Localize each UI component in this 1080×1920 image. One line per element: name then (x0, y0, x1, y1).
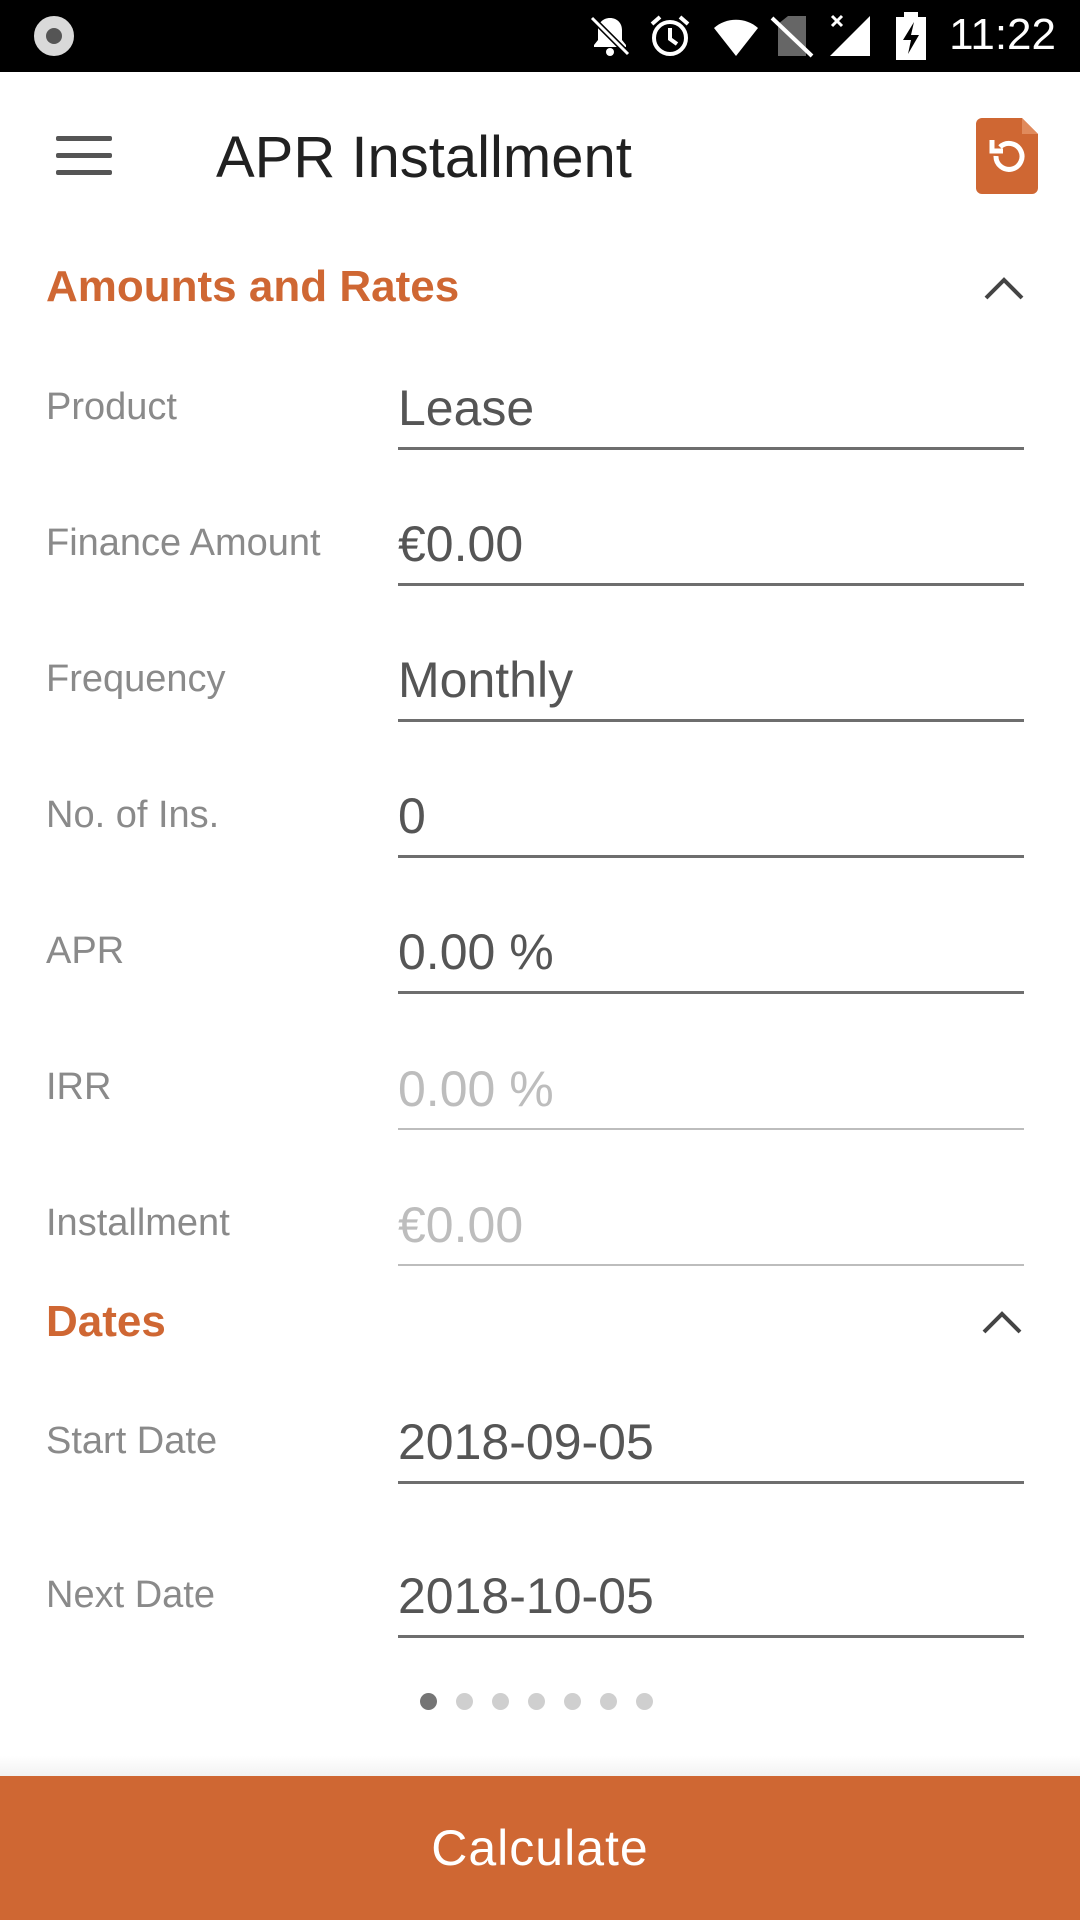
page-dot[interactable] (600, 1693, 617, 1710)
no-of-ins-label: No. of Ins. (46, 794, 220, 836)
notifications-off-icon (589, 15, 631, 57)
battery-charging-icon (896, 12, 926, 60)
finance-amount-value: €0.00 (398, 516, 524, 572)
page-title: APR Installment (216, 125, 632, 190)
collapse-dates-chevron-up-icon[interactable] (980, 1306, 1024, 1336)
section-dates-title[interactable]: Dates (46, 1297, 166, 1347)
page-dot[interactable] (456, 1693, 473, 1710)
next-date-value: 2018-10-05 (398, 1568, 654, 1624)
product-select[interactable]: Lease (398, 380, 1024, 450)
collapse-amounts-chevron-up-icon[interactable] (982, 272, 1026, 302)
app-bar: APR Installment (0, 72, 1080, 240)
start-date-value: 2018-09-05 (398, 1414, 654, 1470)
frequency-label: Frequency (46, 658, 226, 700)
irr-output: 0.00 % (398, 1060, 1024, 1130)
installment-output: €0.00 (398, 1196, 1024, 1266)
divider (0, 1756, 1080, 1776)
calculate-button[interactable]: Calculate (0, 1776, 1080, 1920)
no-of-ins-input[interactable]: 0 (398, 788, 1024, 858)
irr-label: IRR (46, 1066, 112, 1108)
apr-input[interactable]: 0.00 % (398, 924, 1024, 994)
hamburger-menu-icon[interactable] (56, 136, 112, 176)
page-dot[interactable] (420, 1693, 437, 1710)
no-of-ins-value: 0 (398, 788, 426, 844)
frequency-value: Monthly (398, 652, 574, 708)
page-dot[interactable] (564, 1693, 581, 1710)
wifi-icon (714, 19, 758, 56)
irr-value: 0.00 % (398, 1061, 554, 1117)
next-date-picker[interactable]: 2018-10-05 (398, 1568, 1024, 1638)
installment-label: Installment (46, 1202, 230, 1244)
record-icon (34, 16, 74, 56)
frequency-select[interactable]: Monthly (398, 652, 1024, 722)
product-label: Product (46, 386, 177, 428)
alarm-icon (650, 15, 690, 56)
status-icons (586, 12, 906, 60)
page-dot[interactable] (528, 1693, 545, 1710)
reset-document-icon[interactable] (976, 118, 1038, 194)
status-time: 11:22 (949, 10, 1056, 59)
next-date-label: Next Date (46, 1574, 215, 1616)
status-bar: 11:22 (0, 0, 1080, 72)
no-sim-icon (770, 16, 814, 58)
section-amounts-title[interactable]: Amounts and Rates (46, 262, 459, 312)
start-date-label: Start Date (46, 1420, 218, 1462)
finance-amount-label: Finance Amount (46, 522, 321, 564)
finance-amount-input[interactable]: €0.00 (398, 516, 1024, 586)
installment-value: €0.00 (398, 1197, 524, 1253)
signal-off-icon (830, 14, 870, 56)
start-date-picker[interactable]: 2018-09-05 (398, 1414, 1024, 1484)
product-value: Lease (398, 380, 535, 436)
apr-label: APR (46, 930, 125, 972)
page-dot[interactable] (492, 1693, 509, 1710)
page-dot[interactable] (636, 1693, 653, 1710)
apr-value: 0.00 % (398, 924, 554, 980)
